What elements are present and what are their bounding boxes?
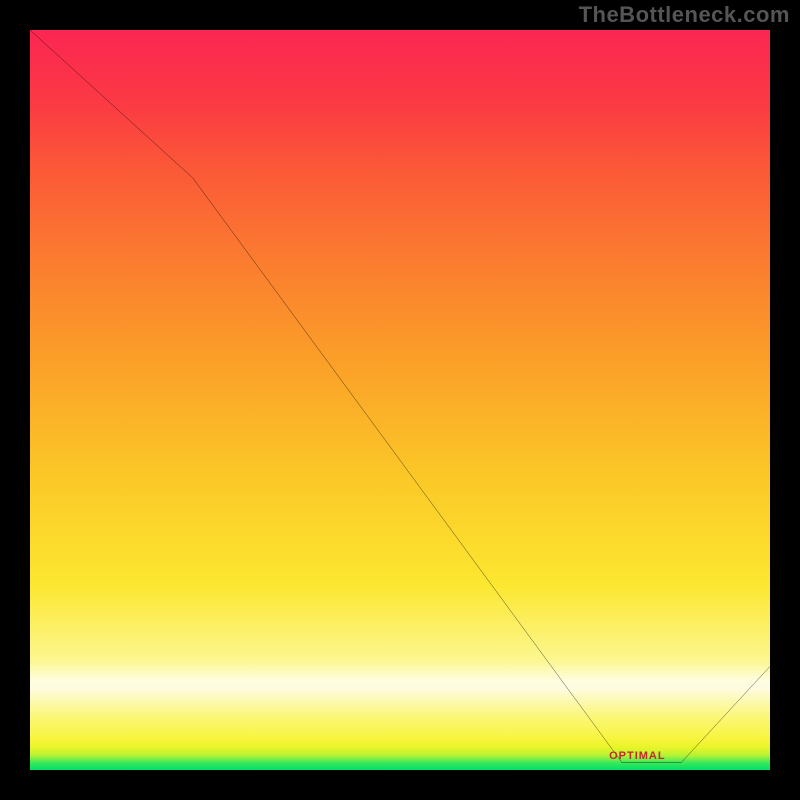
watermark-text: TheBottleneck.com (579, 2, 790, 28)
line-series (30, 30, 770, 770)
plot-area: OPTIMAL (30, 30, 770, 770)
bottleneck-curve-path (30, 30, 770, 763)
chart-container: TheBottleneck.com OPTIMAL (0, 0, 800, 800)
optimal-marker-label: OPTIMAL (609, 750, 666, 762)
